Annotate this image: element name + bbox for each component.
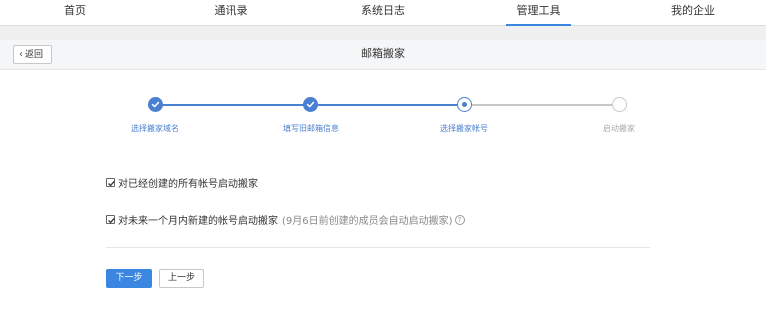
- top-nav: 首页 通讯录 系统日志 管理工具 我的企业: [0, 0, 766, 26]
- step-3-label: 选择搬家帐号: [440, 124, 488, 133]
- nav-spacer: [0, 26, 766, 40]
- nav-item-system-log[interactable]: 系统日志: [335, 0, 431, 26]
- current-step-dot: [461, 101, 467, 107]
- checkmark-icon: [108, 217, 115, 224]
- step-3-node: [457, 97, 472, 112]
- nav-item-label: 系统日志: [361, 4, 405, 17]
- page-header: 邮箱搬家 ‹ 返回: [0, 40, 766, 70]
- future-accounts-checkbox[interactable]: [106, 215, 115, 224]
- option-future-accounts[interactable]: 对未来一个月内新建的帐号启动搬家 (9月6日前创建的成员会自动启动搬家) ?: [106, 212, 465, 227]
- future-accounts-label: 对未来一个月内新建的帐号启动搬家: [118, 216, 278, 227]
- nav-item-label: 管理工具: [516, 4, 561, 17]
- back-button[interactable]: ‹ 返回: [13, 45, 52, 64]
- checkmark-icon: [108, 180, 115, 187]
- nav-item-label: 首页: [64, 4, 86, 17]
- previous-step-button[interactable]: 上一步: [159, 269, 204, 288]
- step-4-label: 启动搬家: [603, 124, 635, 133]
- page-title: 邮箱搬家: [361, 47, 405, 60]
- nav-item-label: 我的企业: [671, 4, 715, 17]
- step-1-label: 选择搬家域名: [131, 124, 179, 133]
- step-connector: [472, 104, 613, 106]
- step-connector: [162, 104, 304, 106]
- existing-accounts-checkbox[interactable]: [106, 178, 115, 187]
- nav-item-home[interactable]: 首页: [27, 0, 123, 26]
- step-2-label: 填写旧邮箱信息: [283, 124, 339, 133]
- help-icon[interactable]: ?: [454, 214, 465, 225]
- future-accounts-hint: (9月6日前创建的成员会自动启动搬家): [282, 216, 453, 227]
- progress-stepper: 选择搬家域名 填写旧邮箱信息 选择搬家帐号 启动搬家: [0, 90, 766, 140]
- check-icon: [306, 101, 315, 108]
- option-existing-accounts[interactable]: 对已经创建的所有帐号启动搬家: [106, 175, 258, 190]
- step-2-node: [303, 97, 318, 112]
- nav-item-label: 通讯录: [214, 4, 248, 17]
- divider: [106, 247, 650, 248]
- chevron-left-icon: ‹: [19, 49, 23, 60]
- nav-item-contacts[interactable]: 通讯录: [183, 0, 279, 26]
- step-connector: [318, 104, 458, 106]
- nav-item-admin-tools[interactable]: 管理工具: [506, 0, 571, 26]
- step-4-node: [612, 97, 627, 112]
- next-step-button[interactable]: 下一步: [106, 269, 152, 288]
- step-1-node: [148, 97, 163, 112]
- check-icon: [151, 101, 160, 108]
- back-button-label: 返回: [25, 50, 44, 60]
- existing-accounts-label: 对已经创建的所有帐号启动搬家: [118, 179, 258, 190]
- nav-item-my-company[interactable]: 我的企业: [645, 0, 741, 26]
